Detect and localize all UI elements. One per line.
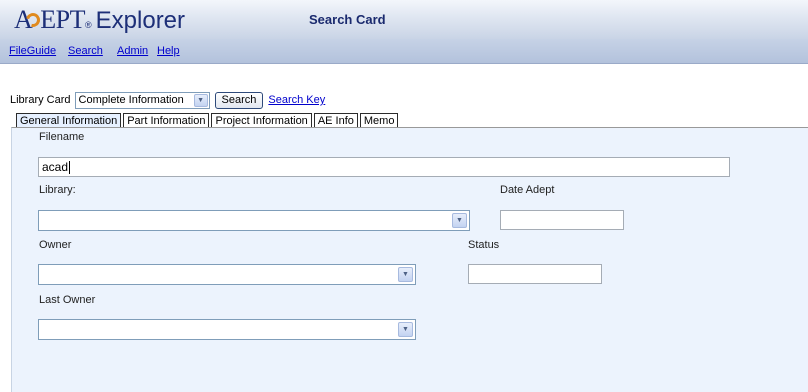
- tab-part-information[interactable]: Part Information: [123, 113, 210, 128]
- status-label: Status: [468, 239, 500, 251]
- app-header: A EPT ® Explorer Search Card: [0, 0, 808, 39]
- library-label: Library:: [39, 184, 76, 196]
- last-owner-select[interactable]: ▼: [38, 319, 416, 340]
- general-information-panel: Filename acad Library: Date Adept ▼ Owne…: [11, 127, 808, 392]
- menu-search[interactable]: Search: [68, 45, 103, 57]
- tab-project-information[interactable]: Project Information: [211, 113, 312, 128]
- chevron-down-icon[interactable]: ▼: [193, 93, 208, 107]
- search-toolbar: Library Card Complete Information ▼ Sear…: [10, 90, 325, 110]
- search-key-link[interactable]: Search Key: [268, 94, 325, 106]
- tab-general-information[interactable]: General Information: [16, 113, 122, 128]
- adept-logo-mark: A EPT: [14, 5, 86, 34]
- text-caret: [69, 160, 71, 174]
- library-card-select[interactable]: Complete Information ▼: [74, 91, 210, 109]
- status-field[interactable]: [468, 264, 602, 284]
- owner-label: Owner: [39, 239, 72, 251]
- chevron-down-icon[interactable]: ▼: [452, 213, 467, 228]
- tab-memo[interactable]: Memo: [359, 113, 399, 128]
- date-adept-label: Date Adept: [500, 184, 555, 196]
- last-owner-label: Last Owner: [39, 294, 96, 306]
- date-adept-field[interactable]: [500, 210, 624, 230]
- owner-select[interactable]: ▼: [38, 264, 416, 285]
- menu-bar: FileGuide Search Admin Help: [0, 39, 808, 64]
- explorer-logo-text: Explorer: [95, 7, 186, 34]
- library-select[interactable]: ▼: [38, 210, 470, 231]
- chevron-down-icon[interactable]: ▼: [398, 322, 413, 337]
- search-button[interactable]: Search: [214, 91, 264, 109]
- page-title: Search Card: [309, 12, 386, 27]
- menu-help[interactable]: Help: [157, 45, 180, 57]
- menu-fileguide[interactable]: FileGuide: [9, 45, 56, 57]
- tab-ae-info[interactable]: AE Info: [313, 113, 358, 128]
- filename-field[interactable]: acad: [38, 157, 730, 177]
- adept-explorer-logo: A EPT ® Explorer: [14, 5, 186, 34]
- menu-admin[interactable]: Admin: [117, 45, 148, 57]
- filename-label: Filename: [39, 131, 85, 143]
- library-card-label: Library Card: [10, 94, 71, 106]
- chevron-down-icon[interactable]: ▼: [398, 267, 413, 282]
- card-tabs: General Information Part Information Pro…: [16, 113, 400, 128]
